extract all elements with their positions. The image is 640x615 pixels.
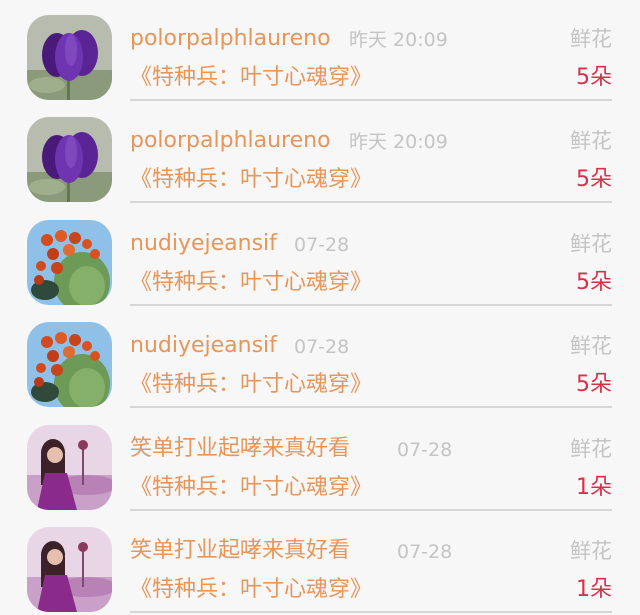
gift-count: 1朵 bbox=[576, 475, 612, 500]
divider bbox=[130, 201, 612, 203]
list-item[interactable]: nudiyejeansif 07-28 鲜花《特种兵：叶寸心魂穿》 5朵 bbox=[0, 205, 640, 308]
timestamp: 07-28 bbox=[397, 439, 453, 461]
book-title[interactable]: 《特种兵：叶寸心魂穿》 bbox=[130, 63, 372, 93]
list-item[interactable]: polorpalphlaureno 昨天 20:09 鲜花《特种兵：叶寸心魂穿》 5朵 bbox=[0, 102, 640, 205]
username[interactable]: polorpalphlaureno bbox=[130, 126, 331, 156]
gift-type-label: 鲜花 bbox=[570, 437, 612, 461]
username[interactable]: 笑单打业起哮来真好看 bbox=[130, 434, 350, 464]
girl-in-field-avatar bbox=[27, 527, 112, 612]
gift-count: 1朵 bbox=[576, 577, 612, 602]
list-item[interactable]: 笑单打业起哮来真好看 07-28 鲜花《特种兵：叶寸心魂穿》 1朵 bbox=[0, 410, 640, 513]
timestamp: 07-28 bbox=[294, 234, 350, 256]
avatar[interactable] bbox=[27, 220, 112, 305]
divider bbox=[130, 99, 612, 101]
avatar[interactable] bbox=[27, 15, 112, 100]
gift-type-label: 鲜花 bbox=[570, 27, 612, 51]
gift-type-label: 鲜花 bbox=[570, 129, 612, 153]
book-title[interactable]: 《特种兵：叶寸心魂穿》 bbox=[130, 370, 372, 400]
divider bbox=[130, 406, 612, 408]
divider bbox=[130, 611, 612, 613]
gift-count: 5朵 bbox=[576, 167, 612, 192]
timestamp: 昨天 20:09 bbox=[349, 131, 448, 153]
book-title[interactable]: 《特种兵：叶寸心魂穿》 bbox=[130, 165, 372, 195]
timestamp: 07-28 bbox=[294, 336, 350, 358]
username[interactable]: 笑单打业起哮来真好看 bbox=[130, 536, 350, 566]
list-item[interactable]: polorpalphlaureno 昨天 20:09 鲜花《特种兵：叶寸心魂穿》 5朵 bbox=[0, 0, 640, 103]
divider bbox=[130, 509, 612, 511]
book-title[interactable]: 《特种兵：叶寸心魂穿》 bbox=[130, 473, 372, 503]
gift-count: 5朵 bbox=[576, 65, 612, 90]
gift-type-label: 鲜花 bbox=[570, 539, 612, 563]
cactus-avatar bbox=[27, 322, 112, 407]
girl-in-field-avatar bbox=[27, 425, 112, 510]
book-title[interactable]: 《特种兵：叶寸心魂穿》 bbox=[130, 575, 372, 605]
timestamp: 昨天 20:09 bbox=[349, 29, 448, 51]
divider bbox=[130, 304, 612, 306]
purple-tulip-avatar bbox=[27, 117, 112, 202]
avatar[interactable] bbox=[27, 527, 112, 612]
gift-type-label: 鲜花 bbox=[570, 334, 612, 358]
book-title[interactable]: 《特种兵：叶寸心魂穿》 bbox=[130, 268, 372, 298]
username[interactable]: nudiyejeansif bbox=[130, 229, 277, 259]
purple-tulip-avatar bbox=[27, 15, 112, 100]
gift-type-label: 鲜花 bbox=[570, 232, 612, 256]
gift-count: 5朵 bbox=[576, 372, 612, 397]
avatar[interactable] bbox=[27, 322, 112, 407]
avatar[interactable] bbox=[27, 425, 112, 510]
list-item[interactable]: 笑单打业起哮来真好看 07-28 鲜花《特种兵：叶寸心魂穿》 1朵 bbox=[0, 512, 640, 615]
timestamp: 07-28 bbox=[397, 541, 453, 563]
list-item[interactable]: nudiyejeansif 07-28 鲜花《特种兵：叶寸心魂穿》 5朵 bbox=[0, 307, 640, 410]
avatar[interactable] bbox=[27, 117, 112, 202]
cactus-avatar bbox=[27, 220, 112, 305]
gift-record-list: polorpalphlaureno 昨天 20:09 鲜花 《特种兵：叶寸心魂穿》 5朵… bbox=[0, 0, 640, 615]
username[interactable]: polorpalphlaureno bbox=[130, 24, 331, 54]
gift-count: 5朵 bbox=[576, 270, 612, 295]
username[interactable]: nudiyejeansif bbox=[130, 331, 277, 361]
